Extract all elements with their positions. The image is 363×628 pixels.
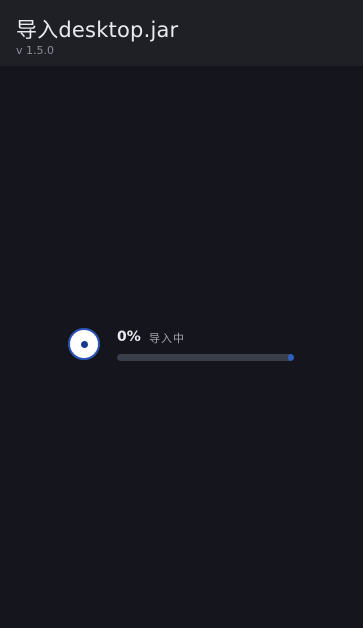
progress-status: 导入中: [149, 332, 185, 345]
main-content: 0% 导入中: [0, 66, 363, 628]
progress-bar-head: [288, 354, 294, 361]
radio-dot-icon: [68, 328, 100, 360]
version-label: v 1.5.0: [16, 44, 54, 57]
import-progress: 0% 导入中: [68, 328, 298, 368]
page-title: 导入desktop.jar: [16, 18, 179, 42]
title-bar: 导入desktop.jar v 1.5.0: [0, 0, 363, 66]
progress-percent: 0%: [117, 329, 141, 345]
radio-dot-center: [80, 340, 88, 348]
progress-bar: [117, 354, 294, 361]
app-window: 导入desktop.jar v 1.5.0 0% 导入中: [0, 0, 363, 628]
